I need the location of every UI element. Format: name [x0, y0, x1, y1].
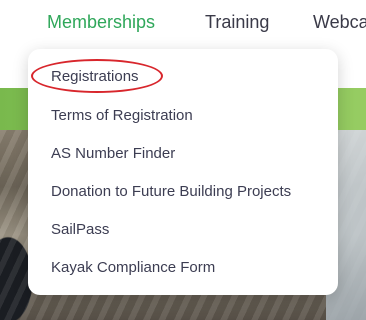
page: Memberships Training Webca Registrations… — [0, 0, 366, 320]
menu-item-registrations[interactable]: Registrations — [51, 67, 139, 86]
menu-item-sailpass[interactable]: SailPass — [51, 220, 109, 239]
menu-item-terms-of-registration[interactable]: Terms of Registration — [51, 106, 193, 125]
menu-item-as-number-finder[interactable]: AS Number Finder — [51, 144, 175, 163]
menu-item-kayak-compliance-form[interactable]: Kayak Compliance Form — [51, 258, 215, 277]
top-navigation: Memberships Training Webca — [0, 0, 366, 46]
nav-item-memberships[interactable]: Memberships — [47, 11, 155, 33]
memberships-dropdown-menu: Registrations Terms of Registration AS N… — [28, 49, 338, 295]
nav-item-training[interactable]: Training — [205, 11, 269, 33]
menu-item-donation-building-projects[interactable]: Donation to Future Building Projects — [51, 182, 291, 201]
nav-item-webcasts[interactable]: Webca — [313, 11, 366, 33]
